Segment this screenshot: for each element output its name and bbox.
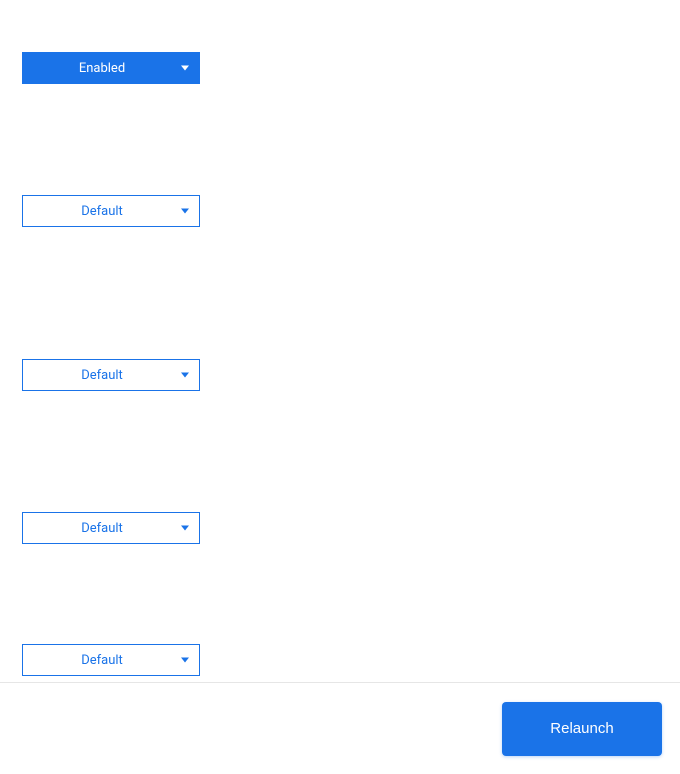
flag-dropdown-5-value: Default: [23, 653, 199, 668]
chevron-down-icon: [181, 526, 189, 531]
chevron-down-icon: [181, 373, 189, 378]
flag-dropdown-4-value: Default: [23, 521, 199, 536]
chevron-down-icon: [181, 658, 189, 663]
relaunch-button[interactable]: Relaunch: [502, 702, 662, 756]
chevron-down-icon: [181, 66, 189, 71]
flag-dropdown-3[interactable]: Default: [22, 359, 200, 391]
flag-dropdown-2-value: Default: [23, 204, 199, 219]
chevron-down-icon: [181, 209, 189, 214]
flag-dropdown-1-value: Enabled: [23, 61, 199, 76]
flag-dropdown-5[interactable]: Default: [22, 644, 200, 676]
footer-bar: Relaunch: [0, 682, 680, 774]
flag-dropdown-2[interactable]: Default: [22, 195, 200, 227]
flag-dropdown-1[interactable]: Enabled: [22, 52, 200, 84]
flag-dropdown-4[interactable]: Default: [22, 512, 200, 544]
flag-dropdown-3-value: Default: [23, 368, 199, 383]
